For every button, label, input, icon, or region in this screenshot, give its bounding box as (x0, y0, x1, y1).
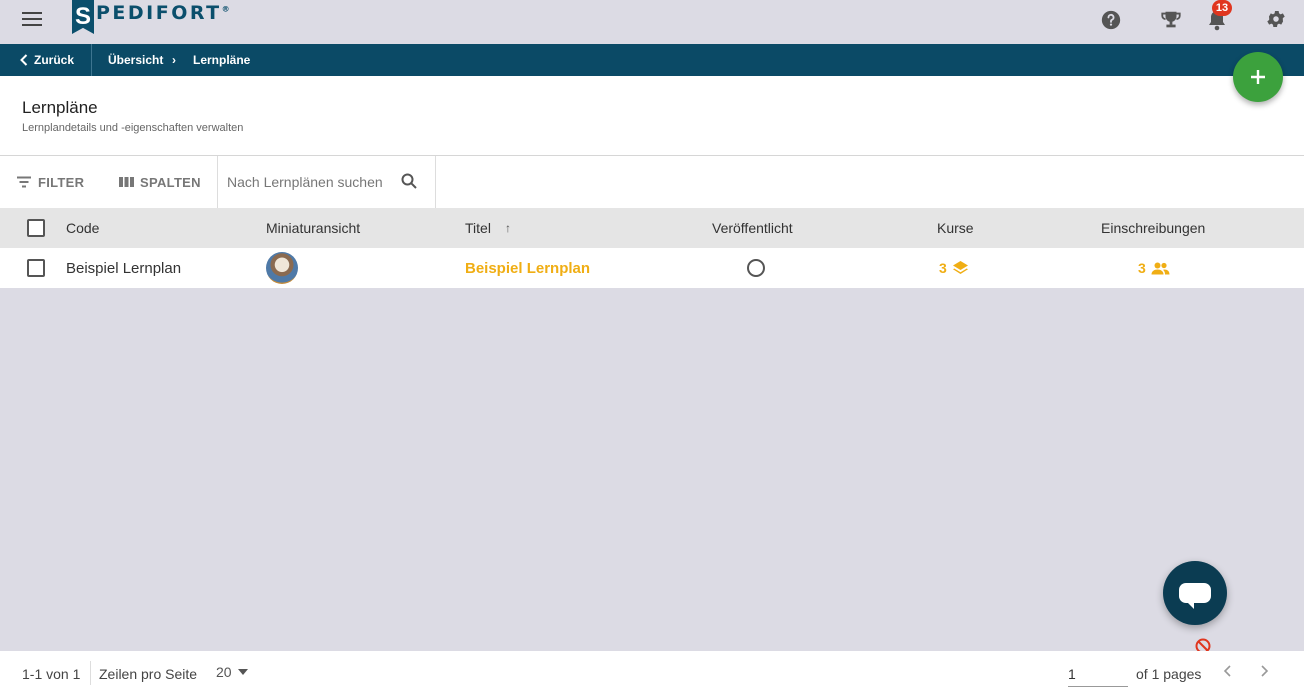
search-box (217, 156, 436, 208)
column-header-title[interactable]: Titel ↑ (465, 208, 511, 248)
select-all-checkbox[interactable] (27, 219, 45, 237)
people-icon (1151, 262, 1170, 274)
chevron-left-icon[interactable] (1220, 663, 1236, 679)
row-checkbox[interactable] (27, 259, 45, 277)
breadcrumb-overview[interactable]: Übersicht (108, 53, 163, 67)
row-courses-count[interactable]: 3 (939, 260, 969, 276)
pagination-footer: 1-1 von 1 Zeilen pro Seite 20 of 1 pages (0, 651, 1304, 691)
logo-mark: S (72, 0, 94, 34)
menu-icon[interactable] (22, 12, 42, 28)
columns-button[interactable]: SPALTEN (119, 156, 201, 208)
row-enrollments-cell: 3 (1138, 248, 1170, 288)
column-header-courses[interactable]: Kurse (937, 208, 974, 248)
plus-icon (1251, 70, 1265, 84)
search-input[interactable] (227, 172, 397, 192)
column-header-title-label: Titel (465, 220, 491, 236)
column-header-code[interactable]: Code (66, 208, 99, 248)
row-thumbnail[interactable] (266, 252, 298, 284)
chevron-right-icon[interactable] (1256, 663, 1272, 679)
table-header: Code Miniaturansicht Titel ↑ Veröffentli… (0, 208, 1304, 248)
breadcrumb-bar: Zurück Übersicht › Lernpläne (0, 44, 1304, 76)
filter-button[interactable]: FILTER (16, 156, 84, 208)
chevron-left-icon (20, 54, 28, 66)
search-icon[interactable] (401, 173, 417, 189)
notification-badge: 13 (1212, 0, 1232, 16)
row-select-cell (27, 248, 45, 288)
row-code: Beispiel Lernplan (66, 259, 182, 277)
settings-icon[interactable] (1265, 8, 1287, 30)
rows-per-page-value: 20 (216, 664, 232, 680)
row-courses-value: 3 (939, 260, 947, 276)
row-published-radio[interactable] (747, 259, 765, 277)
column-header-published[interactable]: Veröffentlicht (712, 208, 793, 248)
table-row[interactable]: Beispiel Lernplan Beispiel Lernplan 3 3 (0, 248, 1304, 288)
filter-label: FILTER (38, 174, 85, 190)
column-header-thumbnail[interactable]: Miniaturansicht (266, 208, 360, 248)
top-bar: S PEDIFORT® 13 (0, 0, 1304, 44)
footer-divider (90, 661, 91, 685)
back-button[interactable]: Zurück (0, 44, 92, 76)
page-number-input[interactable] (1068, 661, 1128, 687)
page-title: Lernpläne (22, 98, 98, 117)
column-header-enrollments[interactable]: Einschreibungen (1101, 208, 1205, 248)
filter-icon (17, 176, 31, 188)
breadcrumb-separator: › (172, 53, 176, 67)
pagination-range: 1-1 von 1 (22, 666, 81, 682)
page-subtitle: Lernplandetails und -eigenschaften verwa… (22, 122, 244, 134)
row-title-link[interactable]: Beispiel Lernplan (465, 248, 590, 288)
row-courses-cell: 3 (939, 248, 969, 288)
columns-icon (119, 177, 134, 187)
columns-label: SPALTEN (140, 174, 201, 190)
table-toolbar: FILTER SPALTEN (0, 156, 1304, 208)
help-icon[interactable] (1100, 9, 1122, 31)
select-all-cell (27, 208, 45, 248)
logo[interactable]: S PEDIFORT® (72, 0, 230, 36)
chat-button[interactable] (1163, 561, 1227, 625)
row-thumbnail-cell (266, 248, 298, 288)
pages-total: of 1 pages (1136, 666, 1202, 682)
rows-per-page-label: Zeilen pro Seite (99, 666, 198, 682)
row-published-cell (747, 248, 765, 288)
trophy-icon[interactable] (1160, 9, 1182, 31)
brand-name: PEDIFORT (96, 2, 222, 24)
layers-icon (952, 261, 968, 274)
row-enrollments-value: 3 (1138, 260, 1146, 276)
add-button[interactable] (1233, 52, 1283, 102)
chat-icon (1179, 583, 1211, 609)
row-enrollments-count[interactable]: 3 (1138, 260, 1170, 276)
arrow-up-icon: ↑ (504, 221, 511, 235)
brand-reg: ® (221, 4, 230, 14)
rows-per-page-select[interactable]: 20 (216, 664, 248, 680)
back-label: Zurück (34, 53, 75, 67)
page-header: Lernpläne Lernplandetails und -eigenscha… (0, 76, 1304, 156)
breadcrumb-current: Lernpläne (193, 53, 251, 67)
dropdown-arrow-icon (237, 669, 248, 675)
logo-text: PEDIFORT® (96, 2, 230, 24)
